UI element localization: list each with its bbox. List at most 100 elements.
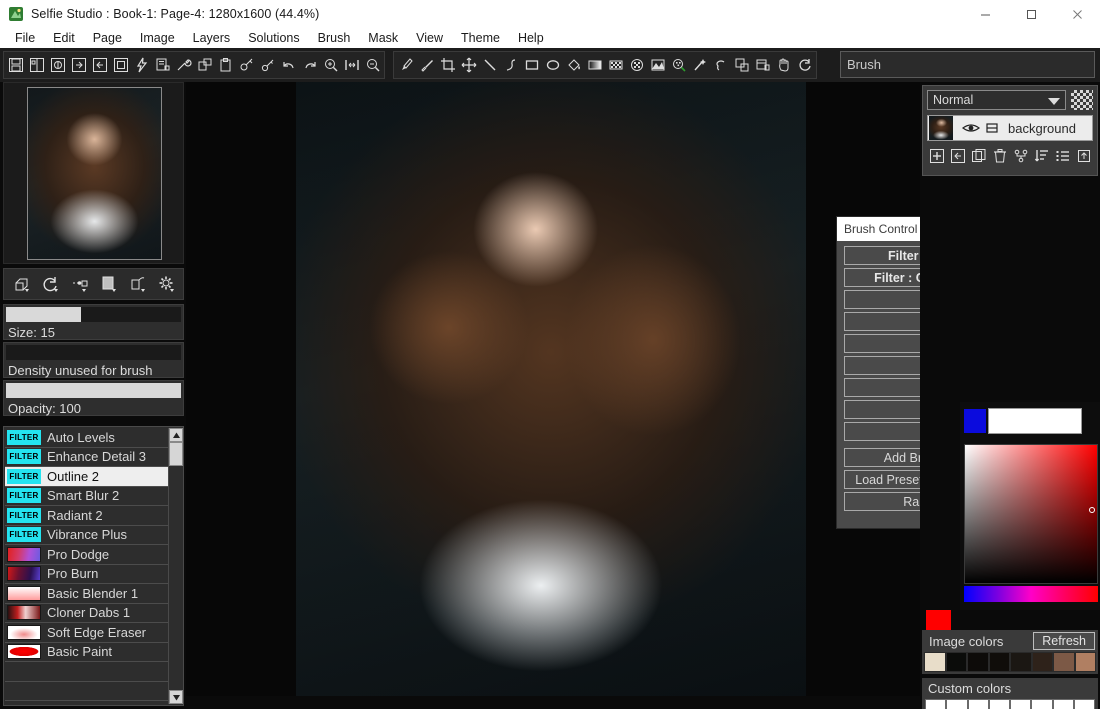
image-color-swatch[interactable] bbox=[967, 652, 989, 672]
filter-list-item[interactable]: FILTER Enhance Detail 3 bbox=[5, 447, 169, 467]
filter-list-item[interactable]: Pro Dodge bbox=[5, 545, 169, 565]
image-color-swatch[interactable] bbox=[1053, 652, 1075, 672]
menu-brush[interactable]: Brush bbox=[309, 29, 360, 47]
wrench-icon[interactable] bbox=[173, 53, 194, 77]
canvas-area[interactable] bbox=[186, 82, 920, 709]
menu-edit[interactable]: Edit bbox=[44, 29, 84, 47]
gradient-icon[interactable] bbox=[584, 53, 605, 77]
fit-width-icon[interactable] bbox=[341, 53, 362, 77]
line-icon[interactable] bbox=[479, 53, 500, 77]
eyedropper-icon[interactable] bbox=[416, 53, 437, 77]
filter-list-scrollbar[interactable] bbox=[168, 428, 183, 704]
opacity-slider[interactable] bbox=[6, 383, 181, 398]
key-left-icon[interactable] bbox=[236, 53, 257, 77]
lasso-icon[interactable] bbox=[710, 53, 731, 77]
size-slider[interactable] bbox=[6, 307, 181, 322]
filter-list-item[interactable]: Cloner Dabs 1 bbox=[5, 603, 169, 623]
fill-tool-icon[interactable] bbox=[94, 271, 123, 297]
filter-list-item-empty[interactable] bbox=[5, 662, 169, 682]
filter-list-item[interactable]: FILTER Radiant 2 bbox=[5, 506, 169, 526]
merge-layer-icon[interactable] bbox=[1011, 145, 1032, 166]
clone-icon[interactable] bbox=[731, 53, 752, 77]
menu-image[interactable]: Image bbox=[131, 29, 184, 47]
scrollbar-thumb[interactable] bbox=[169, 442, 183, 466]
rotate-icon[interactable] bbox=[794, 53, 815, 77]
main-canvas-image[interactable] bbox=[296, 82, 806, 696]
foreground-color-swatch[interactable] bbox=[926, 610, 951, 632]
undo-icon[interactable] bbox=[278, 53, 299, 77]
maximize-button[interactable] bbox=[1008, 0, 1054, 28]
filter-list-item-empty[interactable] bbox=[5, 701, 169, 704]
scroll-down-arrow[interactable] bbox=[169, 690, 183, 704]
filter-list-item[interactable]: FILTER Smart Blur 2 bbox=[5, 486, 169, 506]
page-thumbnail[interactable] bbox=[27, 87, 162, 260]
lightning-icon[interactable] bbox=[131, 53, 152, 77]
custom-color-swatch[interactable] bbox=[1010, 699, 1032, 709]
cut-icon[interactable] bbox=[194, 53, 215, 77]
custom-color-swatch[interactable] bbox=[946, 699, 968, 709]
dither-icon[interactable] bbox=[626, 53, 647, 77]
spray-tool-icon[interactable] bbox=[123, 271, 152, 297]
hue-strip[interactable] bbox=[964, 586, 1098, 602]
lock-icon[interactable] bbox=[982, 116, 1002, 140]
checker-icon[interactable] bbox=[605, 53, 626, 77]
mask-icon[interactable] bbox=[647, 53, 668, 77]
scroll-up-arrow[interactable] bbox=[169, 428, 183, 442]
magnify-select-icon[interactable] bbox=[668, 53, 689, 77]
filter-list-item[interactable]: Soft Edge Eraser bbox=[5, 623, 169, 643]
menu-theme[interactable]: Theme bbox=[452, 29, 509, 47]
save-in-icon[interactable] bbox=[68, 53, 89, 77]
magic-wand-icon[interactable] bbox=[689, 53, 710, 77]
list-layers-icon[interactable] bbox=[1052, 145, 1073, 166]
custom-color-swatch[interactable] bbox=[1031, 699, 1053, 709]
canvas-horizontal-scrollbar[interactable] bbox=[186, 696, 920, 709]
key-right-icon[interactable] bbox=[257, 53, 278, 77]
delete-layer-icon[interactable] bbox=[990, 145, 1011, 166]
image-color-swatch[interactable] bbox=[1010, 652, 1032, 672]
menu-view[interactable]: View bbox=[407, 29, 452, 47]
custom-color-swatch[interactable] bbox=[1073, 699, 1095, 709]
image-color-swatch[interactable] bbox=[924, 652, 946, 672]
shape-tool-icon[interactable] bbox=[7, 271, 36, 297]
menu-help[interactable]: Help bbox=[509, 29, 553, 47]
filter-list-item[interactable]: FILTER Vibrance Plus bbox=[5, 525, 169, 545]
paste-icon[interactable] bbox=[215, 53, 236, 77]
menu-layers[interactable]: Layers bbox=[184, 29, 240, 47]
filter-list-item-empty[interactable] bbox=[5, 681, 169, 701]
transparency-icon[interactable] bbox=[1071, 90, 1093, 110]
custom-color-swatch[interactable] bbox=[925, 699, 947, 709]
save-down-icon[interactable] bbox=[47, 53, 68, 77]
filter-list-item[interactable]: Basic Blender 1 bbox=[5, 584, 169, 604]
image-color-swatch[interactable] bbox=[1074, 652, 1096, 672]
close-button[interactable] bbox=[1054, 0, 1100, 28]
filter-list-item[interactable]: FILTER Outline 2 bbox=[5, 467, 169, 487]
filter-list-item[interactable]: Pro Burn bbox=[5, 564, 169, 584]
filter-list-item[interactable]: Basic Paint bbox=[5, 642, 169, 662]
menu-file[interactable]: File bbox=[6, 29, 44, 47]
secondary-color-swatch[interactable] bbox=[964, 409, 986, 433]
eye-icon[interactable] bbox=[960, 116, 982, 140]
add-layer-icon[interactable] bbox=[927, 145, 948, 166]
save-icon[interactable] bbox=[5, 53, 26, 77]
saturation-value-square[interactable] bbox=[964, 444, 1098, 584]
duplicate-into-icon[interactable] bbox=[948, 145, 969, 166]
layer-row[interactable]: background bbox=[927, 115, 1093, 141]
zoom-out-icon[interactable] bbox=[362, 53, 383, 77]
move-icon[interactable] bbox=[458, 53, 479, 77]
image-color-swatch[interactable] bbox=[945, 652, 967, 672]
node-tool-icon[interactable] bbox=[65, 271, 94, 297]
hand-icon[interactable] bbox=[773, 53, 794, 77]
primary-color-swatch[interactable] bbox=[988, 408, 1082, 434]
save-page-icon[interactable] bbox=[26, 53, 47, 77]
density-slider[interactable] bbox=[6, 345, 181, 360]
book-icon[interactable] bbox=[152, 53, 173, 77]
paint-bucket-icon[interactable] bbox=[563, 53, 584, 77]
redo-icon[interactable] bbox=[299, 53, 320, 77]
custom-color-swatch[interactable] bbox=[967, 699, 989, 709]
menu-mask[interactable]: Mask bbox=[359, 29, 407, 47]
refresh-button[interactable]: Refresh bbox=[1033, 632, 1095, 650]
image-color-swatch[interactable] bbox=[1031, 652, 1053, 672]
sort-layers-icon[interactable] bbox=[1031, 145, 1052, 166]
ellipse-icon[interactable] bbox=[542, 53, 563, 77]
export-layer-icon[interactable] bbox=[1073, 145, 1094, 166]
